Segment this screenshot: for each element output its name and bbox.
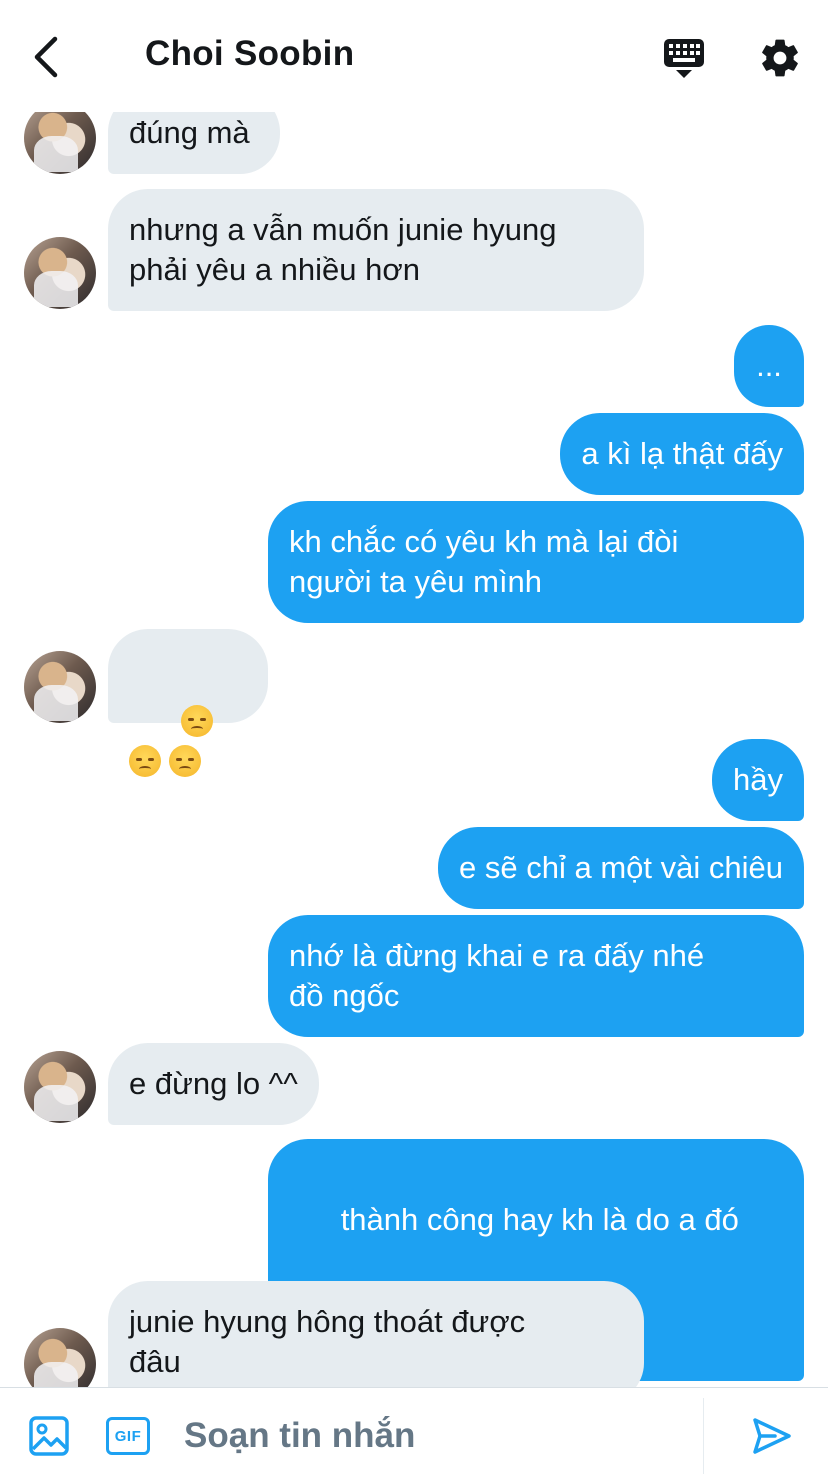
message-input[interactable]: [184, 1412, 684, 1460]
avatar[interactable]: [24, 1051, 96, 1123]
message-bubble-outgoing[interactable]: nhớ là đừng khai e ra đấy nhé đồ ngốc: [268, 915, 804, 1037]
avatar[interactable]: [24, 651, 96, 723]
message-composer: GIF: [0, 1387, 828, 1484]
dm-conversation-screen: Choi Soobin đúng mà nhưng a vẫn muốn jun…: [0, 0, 828, 1484]
message-bubble-outgoing[interactable]: e sẽ chỉ a một vài chiêu: [438, 827, 804, 909]
keyboard-toggle-button[interactable]: [660, 34, 708, 82]
disappointed-face-icon: [129, 744, 161, 777]
keyboard-icon: [664, 39, 704, 78]
add-gif-button[interactable]: GIF: [105, 1414, 151, 1458]
message-bubble-incoming[interactable]: e đừng lo ^^: [108, 1043, 319, 1125]
message-bubble-outgoing[interactable]: kh chắc có yêu kh mà lại đòi người ta yê…: [268, 501, 804, 623]
message-bubble-incoming[interactable]: đúng mà: [108, 112, 280, 174]
disappointed-face-icon: [180, 704, 213, 737]
message-bubble-outgoing[interactable]: hầy: [712, 739, 804, 821]
send-icon: [753, 1418, 791, 1454]
message-bubble-outgoing[interactable]: a kì lạ thật đấy: [560, 413, 804, 495]
composer-divider: [703, 1398, 704, 1474]
gear-icon: [762, 39, 798, 77]
image-icon: [29, 1416, 69, 1456]
message-bubble-incoming[interactable]: [108, 629, 268, 777]
avatar[interactable]: [24, 1328, 96, 1387]
avatar[interactable]: [24, 237, 96, 309]
conversation-title[interactable]: Choi Soobin: [145, 34, 354, 74]
message-bubble-incoming[interactable]: junie hyung hông thoát được đâu: [108, 1281, 644, 1387]
settings-button[interactable]: [756, 34, 804, 82]
add-image-button[interactable]: [26, 1414, 72, 1458]
avatar[interactable]: [24, 112, 96, 174]
conversation-header: Choi Soobin: [0, 0, 828, 112]
gif-label: GIF: [106, 1417, 150, 1455]
message-text: thành công hay kh là do a đó: [340, 1202, 739, 1237]
disappointed-face-icon: [169, 744, 201, 777]
chevron-left-icon: [34, 36, 58, 78]
message-list[interactable]: đúng mà nhưng a vẫn muốn junie hyung phả…: [0, 112, 828, 1387]
send-button[interactable]: [748, 1412, 796, 1460]
back-button[interactable]: [24, 32, 68, 82]
message-bubble-incoming[interactable]: nhưng a vẫn muốn junie hyung phải yêu a …: [108, 189, 644, 311]
message-bubble-outgoing[interactable]: ...: [734, 325, 804, 407]
